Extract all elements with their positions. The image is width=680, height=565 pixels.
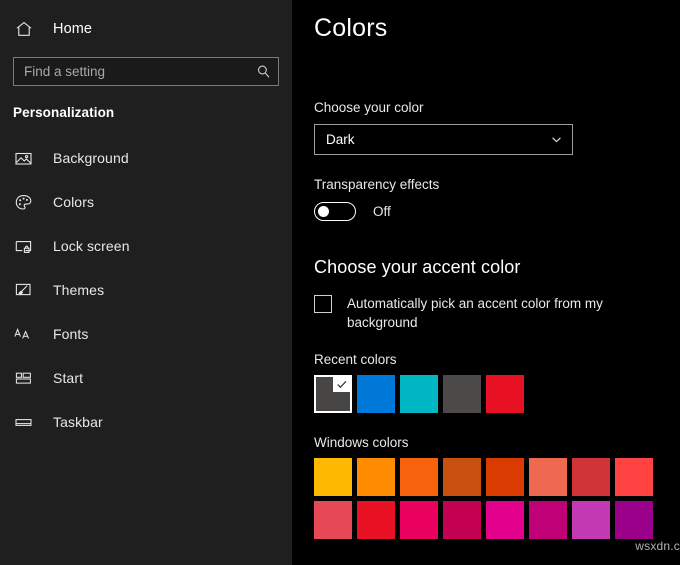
windows-color-swatch[interactable] [572,458,610,496]
sidebar-item-label: Lock screen [53,238,130,254]
recent-color-swatch[interactable] [400,375,438,413]
windows-color-swatch[interactable] [529,501,567,539]
start-tiles-icon [13,368,33,388]
windows-color-swatch[interactable] [572,501,610,539]
sidebar-item-label: Start [53,370,83,386]
transparency-toggle-row: Off [314,202,680,221]
windows-color-swatch[interactable] [357,501,395,539]
sidebar-nav-list: Background Colors [0,136,292,444]
recent-color-swatch[interactable] [443,375,481,413]
auto-accent-row[interactable]: Automatically pick an accent color from … [314,294,624,332]
watermark: wsxdn.c [635,539,680,553]
sidebar-item-lock-screen[interactable]: Lock screen [0,224,292,268]
transparency-state: Off [373,204,391,219]
search-box[interactable] [13,57,279,86]
windows-color-swatch[interactable] [615,501,653,539]
choose-color-value: Dark [326,132,549,147]
home-icon [13,18,35,40]
transparency-toggle[interactable] [314,202,356,221]
sidebar-item-label: Background [53,150,129,166]
windows-color-swatch[interactable] [400,501,438,539]
toggle-knob [318,206,329,217]
search-input[interactable] [24,58,255,85]
sidebar-item-label: Fonts [53,326,89,342]
sidebar-item-label: Themes [53,282,104,298]
auto-accent-label: Automatically pick an accent color from … [347,294,624,332]
search-icon[interactable] [255,64,271,80]
page-title: Colors [314,0,680,43]
recent-color-swatch[interactable] [357,375,395,413]
sidebar-item-themes[interactable]: Themes [0,268,292,312]
checkmark-icon [333,377,350,392]
sidebar-item-label: Colors [53,194,94,210]
sidebar-item-label: Taskbar [53,414,103,430]
choose-color-dropdown[interactable]: Dark [314,124,573,155]
accent-color-heading: Choose your accent color [314,257,680,278]
sidebar-section-title: Personalization [0,105,292,120]
settings-window: Home Personalization [0,0,680,565]
windows-colors-label: Windows colors [314,435,680,450]
sidebar-item-home[interactable]: Home [0,12,292,46]
themes-brush-icon [13,280,33,300]
windows-color-swatch[interactable] [314,501,352,539]
windows-color-swatch[interactable] [443,458,481,496]
fonts-aa-icon [13,324,33,344]
sidebar-home-label: Home [53,21,92,37]
recent-color-swatch[interactable] [486,375,524,413]
windows-color-swatch[interactable] [486,501,524,539]
auto-accent-checkbox[interactable] [314,295,332,313]
content-pane: Colors Choose your color Dark Transparen… [292,0,680,565]
sidebar-item-colors[interactable]: Colors [0,180,292,224]
palette-icon [13,192,33,212]
transparency-label: Transparency effects [314,177,680,192]
windows-colors-grid [314,458,680,539]
windows-color-swatch[interactable] [314,458,352,496]
windows-color-swatch[interactable] [615,458,653,496]
sidebar-item-background[interactable]: Background [0,136,292,180]
windows-color-swatch[interactable] [357,458,395,496]
windows-color-swatch[interactable] [400,458,438,496]
chevron-down-icon [549,133,563,147]
sidebar-item-fonts[interactable]: Fonts [0,312,292,356]
sidebar-item-taskbar[interactable]: Taskbar [0,400,292,444]
sidebar-item-start[interactable]: Start [0,356,292,400]
taskbar-icon [13,412,33,432]
windows-color-swatch[interactable] [529,458,567,496]
recent-colors-row [314,375,680,413]
lock-screen-icon [13,236,33,256]
recent-color-swatch[interactable] [314,375,352,413]
windows-color-swatch[interactable] [443,501,481,539]
sidebar: Home Personalization [0,0,292,565]
windows-color-swatch[interactable] [486,458,524,496]
image-icon [13,148,33,168]
recent-colors-label: Recent colors [314,352,680,367]
choose-color-label: Choose your color [314,100,680,115]
